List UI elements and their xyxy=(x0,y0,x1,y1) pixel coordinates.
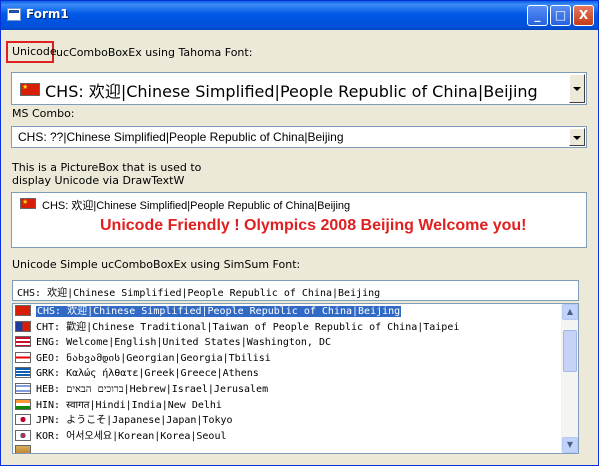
list-item[interactable]: ENG: Welcome|English|United States|Washi… xyxy=(13,335,578,351)
china-flag-icon xyxy=(20,83,40,96)
close-button[interactable]: X xyxy=(573,5,594,26)
list-item[interactable]: CHS: 欢迎|Chinese Simplified|People Republ… xyxy=(13,304,578,320)
close-icon: X xyxy=(578,8,589,22)
ms-combo-label: MS Combo: xyxy=(12,107,75,120)
tahoma-combo-value: CHS: 欢迎|Chinese Simplified|People Republ… xyxy=(45,82,538,101)
minimize-icon: _ xyxy=(534,8,541,22)
list-item[interactable]: HEB: ברוכים הבאים|Hebrew|Israel|Jerusale… xyxy=(13,382,578,398)
picturebox-caption-line2: display Unicode via DrawTextW xyxy=(12,174,185,187)
japan-flag-icon xyxy=(15,414,31,426)
simsun-dropdown-list[interactable]: CHS: 欢迎|Chinese Simplified|People Republ… xyxy=(12,303,579,454)
picturebox-text: CHS: 欢迎|Chinese Simplified|People Republ… xyxy=(42,200,351,212)
list-item[interactable]: GEO: ნახვამდის|Georgian|Georgia|Tbilisi xyxy=(13,351,578,367)
usa-flag-icon xyxy=(15,336,31,348)
ms-combo-value: CHS: ??|Chinese Simplified|People Republ… xyxy=(18,130,344,144)
minimize-button[interactable]: _ xyxy=(527,5,548,26)
window-title: Form1 xyxy=(26,7,69,21)
israel-flag-icon xyxy=(15,382,31,394)
list-item[interactable]: CHT: 歡迎|Chinese Traditional|Taiwan of Pe… xyxy=(13,320,578,336)
china-flag-icon xyxy=(15,305,31,316)
picturebox-message: Unicode Friendly ! Olympics 2008 Beijing… xyxy=(100,217,527,234)
india-flag-icon xyxy=(15,398,31,410)
simsun-combobox[interactable]: CHS: 欢迎|Chinese Simplified|People Republ… xyxy=(12,280,579,301)
picturebox-caption-line1: This is a PictureBox that is used to xyxy=(12,161,202,174)
maximize-icon: □ xyxy=(554,8,567,22)
list-item[interactable] xyxy=(13,444,578,453)
scroll-thumb[interactable] xyxy=(563,330,577,372)
ms-dropdown-button[interactable] xyxy=(569,128,585,146)
list-item[interactable]: JPN: ようこそ|Japanese|Japan|Tokyo xyxy=(13,413,578,429)
unicode-label: Unicode xyxy=(12,45,57,58)
list-item[interactable]: GRK: Καλώς ήλθατε|Greek|Greece|Athens xyxy=(13,366,578,382)
taiwan-flag-icon xyxy=(15,320,31,332)
maximize-button[interactable]: □ xyxy=(550,5,571,26)
georgia-flag-icon xyxy=(15,351,31,363)
tahoma-combobox[interactable]: CHS: 欢迎|Chinese Simplified|People Republ… xyxy=(11,72,587,105)
list-item[interactable]: HIN: स्वागत|Hindi|India|New Delhi xyxy=(13,398,578,414)
form-icon[interactable] xyxy=(7,8,21,21)
chevron-down-icon xyxy=(573,87,581,91)
vertical-scrollbar[interactable]: ▲ ▼ xyxy=(561,304,578,453)
simsun-caption: Unicode Simple ucComboBoxEx using SimSum… xyxy=(12,258,301,271)
china-flag-icon xyxy=(20,198,36,209)
main-window: Form1 _ □ X Unicode ucComboBoxEx using T… xyxy=(0,0,599,466)
unicode-highlight-box: Unicode xyxy=(6,41,57,63)
tahoma-caption: ucComboBoxEx using Tahoma Font: xyxy=(56,46,253,59)
korea-flag-icon xyxy=(15,429,31,441)
simsun-combo-value: CHS: 欢迎|Chinese Simplified|People Republ… xyxy=(17,288,381,299)
scroll-down-button[interactable]: ▼ xyxy=(562,437,578,453)
title-bar[interactable]: Form1 _ □ X xyxy=(1,1,598,30)
scroll-up-button[interactable]: ▲ xyxy=(562,304,578,320)
flag-icon xyxy=(15,445,31,453)
picturebox: CHS: 欢迎|Chinese Simplified|People Republ… xyxy=(11,192,587,248)
chevron-down-icon xyxy=(573,136,581,140)
list-item[interactable]: KOR: 어서오세요|Korean|Korea|Seoul xyxy=(13,429,578,445)
tahoma-dropdown-button[interactable] xyxy=(569,74,585,103)
greece-flag-icon xyxy=(15,367,31,379)
ms-combobox[interactable]: CHS: ??|Chinese Simplified|People Republ… xyxy=(11,126,587,148)
